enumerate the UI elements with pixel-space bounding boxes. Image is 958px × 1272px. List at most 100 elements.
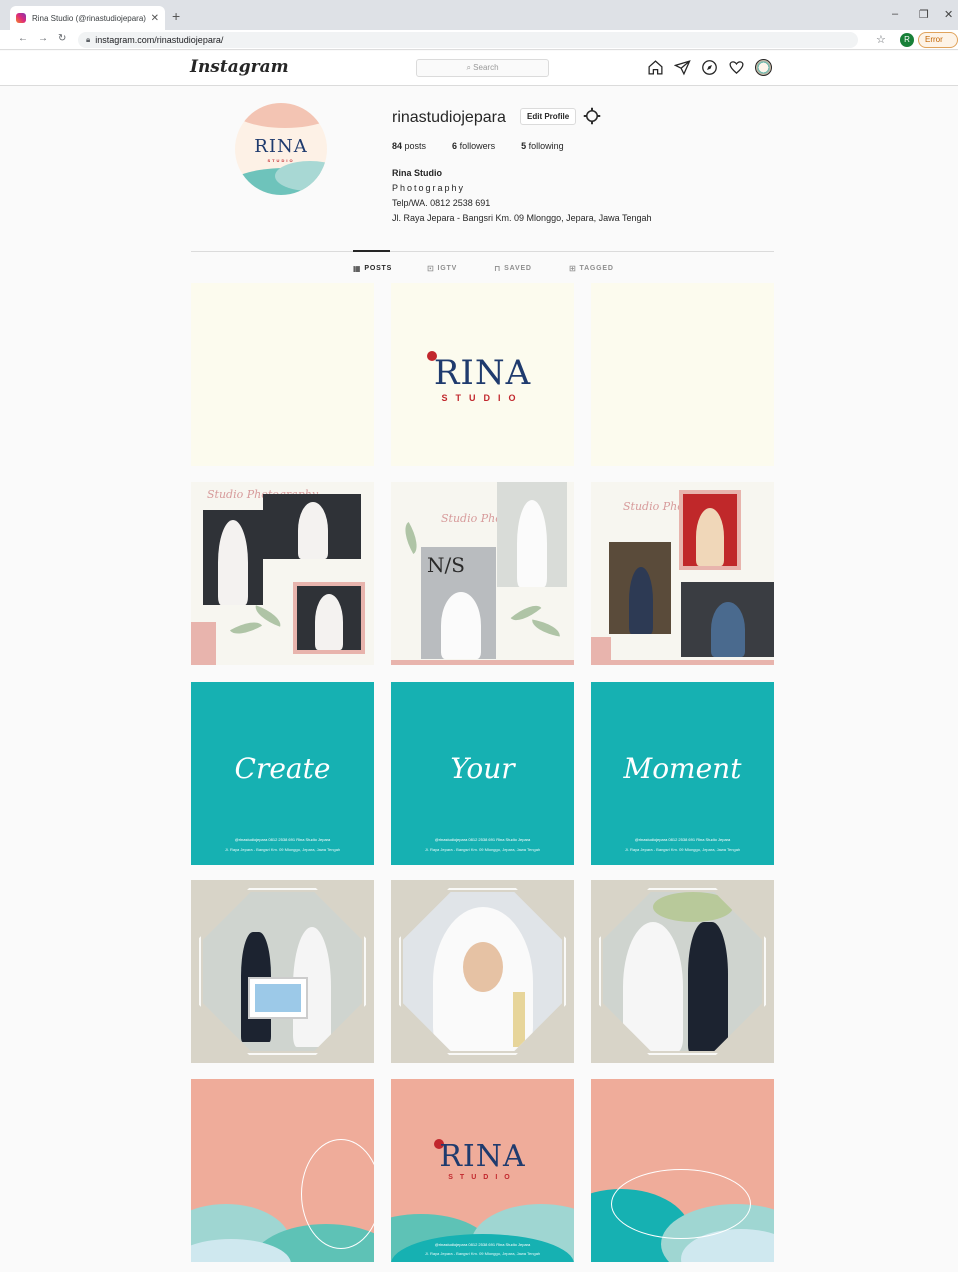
tab-saved[interactable]: ⊓ SAVED [494, 264, 532, 273]
avatar-wave-top [235, 103, 327, 128]
tab-tagged[interactable]: ⊞ TAGGED [569, 264, 614, 273]
settings-gear-icon[interactable] [583, 107, 601, 125]
post-tile[interactable]: Your @rinastudiojepara 0812 2538 691 Rin… [391, 682, 574, 865]
family-photo [681, 582, 774, 657]
octagon-frame [599, 888, 766, 1055]
post-tile[interactable] [191, 283, 374, 466]
tag-icon: ⊞ [569, 264, 577, 273]
tab-saved-label: SAVED [504, 265, 532, 272]
post-address: Jl. Raya Jepara - Bangsri Km. 09 Mlonggo… [624, 847, 741, 852]
post-address: Jl. Raya Jepara - Bangsri Km. 09 Mlonggo… [224, 847, 341, 852]
search-placeholder: Search [473, 63, 499, 72]
post-address: Jl. Raya Jepara - Bangsri Km. 09 Mlonggo… [424, 847, 541, 852]
tabs-divider [191, 251, 774, 252]
post-brand-sub: STUDIO [441, 393, 524, 403]
tab-posts[interactable]: ▦ POSTS [353, 264, 392, 273]
post-tile[interactable]: Studio Photography N/S [391, 482, 574, 665]
post-tile[interactable] [591, 1079, 774, 1262]
post-tile[interactable]: Studio Photography [191, 482, 374, 665]
explore-icon[interactable] [701, 59, 718, 76]
avatar-brand-sub: STUDIO [267, 158, 295, 163]
activity-heart-icon[interactable] [728, 59, 745, 76]
home-icon[interactable] [647, 59, 664, 76]
instagram-header: Instagram ⌕ Search [0, 51, 958, 86]
tab-igtv-label: IGTV [437, 265, 458, 272]
tab-igtv[interactable]: ⊡ IGTV [427, 264, 457, 273]
pink-bar [591, 660, 774, 665]
active-tab-indicator [353, 250, 390, 252]
post-tile[interactable]: RINA STUDIO [391, 283, 574, 466]
post-tile[interactable] [391, 880, 574, 1063]
following-stat[interactable]: 5 following [521, 141, 564, 151]
bio-category: Photography [392, 183, 466, 193]
browser-profile-avatar[interactable]: R [900, 33, 914, 47]
profile-username: rinastudiojepara [392, 109, 506, 126]
profile-stats: 84 posts 6 followers 5 following [392, 141, 590, 151]
post-tile[interactable] [591, 283, 774, 466]
pink-block [191, 622, 216, 665]
url-field[interactable]: 🔒︎ instagram.com/rinastudiojepara/ [78, 32, 858, 48]
restore-icon[interactable]: ❐ [919, 8, 929, 21]
leaf-decoration [530, 619, 562, 637]
post-tile[interactable]: Create @rinastudiojepara 0812 2538 691 R… [191, 682, 374, 865]
lock-icon: 🔒︎ [86, 35, 91, 44]
profile-picture[interactable]: RINA STUDIO [235, 103, 327, 195]
posts-label: posts [404, 141, 427, 151]
post-tile[interactable] [191, 880, 374, 1063]
edit-profile-button[interactable]: Edit Profile [520, 108, 577, 125]
post-word-your: Your [450, 752, 515, 785]
profile-bio: Rina Studio Photography Telp/WA. 0812 25… [392, 166, 651, 226]
post-contacts: @rinastudiojepara 0812 2538 691 Rina Stu… [434, 1242, 531, 1247]
octagon-frame [199, 888, 366, 1055]
post-brand-text: RINA [433, 353, 532, 393]
post-brand-text: RINA [439, 1139, 526, 1174]
forward-icon[interactable]: → [38, 33, 48, 44]
instagram-logo[interactable]: Instagram [190, 57, 289, 77]
back-icon[interactable]: ← [18, 33, 28, 44]
tab-tagged-label: TAGGED [579, 265, 614, 272]
leaf-decoration [230, 615, 262, 641]
bio-address: Jl. Raya Jepara - Bangsri Km. 09 Mlonggo… [392, 213, 652, 223]
post-tile[interactable]: RINA STUDIO @rinastudiojepara 0812 2538 … [391, 1079, 574, 1262]
graduate-photo [609, 542, 671, 634]
line-decoration [611, 1169, 751, 1239]
posts-stat: 84 posts [392, 141, 426, 151]
bio-phone: Telp/WA. 0812 2538 691 [392, 198, 491, 208]
post-word-moment: Moment [623, 752, 742, 785]
ns-mark: N/S [427, 553, 465, 577]
error-status-chip[interactable]: Error [918, 32, 958, 48]
followers-count: 6 [452, 141, 458, 151]
grid-icon: ▦ [353, 264, 362, 273]
minimize-icon[interactable]: – [892, 8, 898, 20]
search-input[interactable]: ⌕ Search [416, 59, 549, 77]
igtv-icon: ⊡ [427, 264, 435, 273]
post-tile[interactable]: Studio Photography [591, 482, 774, 665]
profile-avatar-small[interactable] [755, 59, 772, 76]
bio-name: Rina Studio [392, 168, 442, 178]
close-tab-icon[interactable]: ✕ [151, 13, 159, 24]
pink-bar [391, 660, 574, 665]
following-count: 5 [521, 141, 527, 151]
reload-icon[interactable]: ↻ [58, 33, 66, 44]
new-tab-icon[interactable]: + [172, 8, 180, 24]
followers-stat[interactable]: 6 followers [452, 141, 495, 151]
tab-title: Rina Studio (@rinastudiojepara) · [32, 13, 147, 23]
octagon-frame [399, 888, 566, 1055]
direct-message-icon[interactable] [674, 59, 691, 76]
post-tile[interactable] [191, 1079, 374, 1262]
instagram-favicon-icon [16, 13, 26, 23]
bride-photo [497, 482, 567, 587]
header-icons [647, 59, 772, 76]
address-bar: ← → ↻ 🔒︎ instagram.com/rinastudiojepara/… [0, 30, 958, 50]
post-tile[interactable] [591, 880, 774, 1063]
bookmark-star-icon[interactable]: ☆ [876, 33, 886, 46]
post-contacts: @rinastudiojepara 0812 2538 691 Rina Stu… [434, 837, 531, 842]
post-contacts: @rinastudiojepara 0812 2538 691 Rina Stu… [234, 837, 331, 842]
line-decoration [301, 1139, 374, 1249]
bookmark-icon: ⊓ [494, 264, 502, 273]
post-tile[interactable]: Moment @rinastudiojepara 0812 2538 691 R… [591, 682, 774, 865]
browser-tab[interactable]: Rina Studio (@rinastudiojepara) · ✕ [10, 6, 165, 30]
following-label: following [528, 141, 564, 151]
close-window-icon[interactable]: ✕ [944, 8, 953, 21]
bride-photo [297, 586, 361, 650]
